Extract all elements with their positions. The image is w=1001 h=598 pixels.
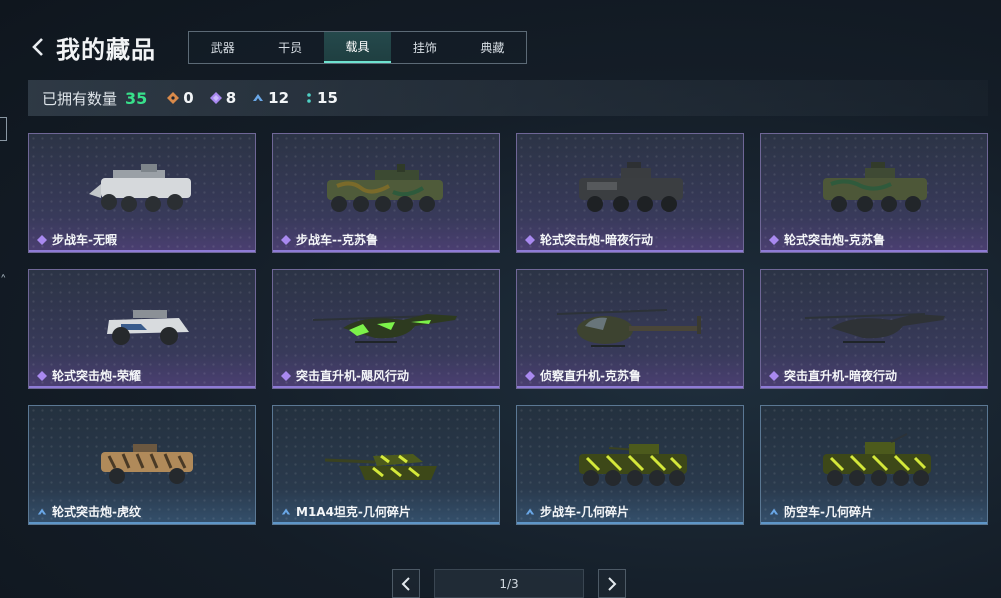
tab-charms[interactable]: 挂饰 [391,32,458,63]
assault-gun-dark-vehicle-icon [579,162,683,212]
prev-page-button[interactable] [392,569,420,598]
blue-chevron-icon [37,508,47,514]
vehicle-name: 轮式突击炮-暗夜行动 [540,233,653,247]
ifv-camo-vehicle-icon [327,164,443,212]
vehicle-name: 步战车-几何碎片 [540,505,629,519]
stat-orange: 0 [167,89,194,107]
collection-card[interactable]: 步战车--克苏鲁 [272,133,500,253]
tab-collectibles[interactable]: 典藏 [459,32,526,63]
vehicle-name: 突击直升机-暗夜行动 [784,369,897,383]
tab-operators[interactable]: 干员 [256,32,323,63]
vehicle-name: M1A4坦克-几何碎片 [296,505,411,519]
stat-blue-count: 12 [268,89,290,107]
side-panel-handle[interactable] [0,117,7,141]
collection-card[interactable]: 轮式突击炮-虎纹 [28,405,256,525]
ifv-white-vehicle-icon [89,164,191,212]
stat-purple: 8 [209,89,237,107]
blue-chevron-icon [769,508,779,514]
tab-weapons[interactable]: 武器 [189,32,256,63]
stat-blue: 12 [252,89,289,107]
category-tabs: 武器 干员 载具 挂饰 典藏 [188,31,527,64]
purple-diamond-icon [281,370,291,381]
vehicle-name: 轮式突击炮-克苏鲁 [784,233,885,247]
vehicle-name: 防空车-几何碎片 [784,505,873,519]
collapse-caret-icon[interactable]: ˄ [0,274,7,289]
tank-geo-vehicle-icon [324,454,437,480]
collection-grid: 步战车-无暇 步战车--克苏鲁 轮式突击炮-暗夜行动 轮式突击炮-克苏鲁 轮式突… [28,133,988,525]
blue-chevron-icon [525,508,535,514]
scout-heli-camo-vehicle-icon [556,309,701,347]
assault-gun-tiger-vehicle-icon [101,444,193,484]
card-name: 突击直升机-暗夜行动 [769,367,897,384]
stat-teal-count: 15 [317,89,338,107]
vehicle-name: 突击直升机-飓风行动 [296,369,409,383]
page-indicator: 1/3 [434,569,584,598]
card-name: 防空车-几何碎片 [769,503,873,520]
stat-teal: 15 [305,89,338,107]
owned-label: 已拥有数量 [42,89,118,108]
purple-diamond-icon [525,234,535,245]
teal-dots-icon [307,93,311,103]
owned-total: 35 [125,88,148,108]
purple-diamond-icon [769,234,779,245]
collection-card[interactable]: 侦察直升机-克苏鲁 [516,269,744,389]
owned-stats-bar: 已拥有数量 35 0 8 12 15 [28,80,988,116]
purple-diamond-icon [37,234,47,245]
card-name: 轮式突击炮-克苏鲁 [769,231,885,248]
purple-diamond-icon [769,370,779,381]
aa-geo-vehicle-icon [823,433,931,486]
attack-heli-dark-vehicle-icon [804,313,945,343]
tab-vehicles[interactable]: 载具 [323,32,392,63]
purple-diamond-icon [525,370,535,381]
vehicle-name: 侦察直升机-克苏鲁 [540,369,641,383]
card-name: 轮式突击炮-荣耀 [37,367,141,384]
collection-card[interactable]: 突击直升机-暗夜行动 [760,269,988,389]
card-name: 轮式突击炮-虎纹 [37,503,141,520]
collection-card[interactable]: M1A4坦克-几何碎片 [272,405,500,525]
purple-diamond-icon [209,92,222,104]
vehicle-name: 步战车--克苏鲁 [296,233,378,247]
ifv-geo-vehicle-icon [579,444,687,486]
collection-card[interactable]: 步战车-无暇 [28,133,256,253]
collection-card[interactable]: 轮式突击炮-克苏鲁 [760,133,988,253]
attack-heli-green-vehicle-icon [312,314,457,343]
collection-card[interactable]: 防空车-几何碎片 [760,405,988,525]
collection-card[interactable]: 轮式突击炮-暗夜行动 [516,133,744,253]
card-name: 步战车--克苏鲁 [281,231,378,248]
stat-orange-count: 0 [183,89,194,107]
card-name: 侦察直升机-克苏鲁 [525,367,641,384]
collection-card[interactable]: 轮式突击炮-荣耀 [28,269,256,389]
orange-diamond-icon [167,92,180,104]
blue-chevron-icon [253,94,264,101]
chevron-right-icon [608,576,617,591]
purple-diamond-icon [281,234,291,245]
page-header: 我的藏品 [30,30,156,64]
page-title: 我的藏品 [56,35,156,64]
card-name: 突击直升机-飓风行动 [281,367,409,384]
pagination: 1/3 [392,569,626,598]
assault-gun-camo-vehicle-icon [823,162,927,212]
chevron-left-icon [401,576,410,591]
card-name: 步战车-几何碎片 [525,503,629,520]
vehicle-name: 轮式突击炮-荣耀 [52,369,141,383]
next-page-button[interactable] [598,569,626,598]
purple-diamond-icon [37,370,47,381]
chevron-left-icon[interactable] [30,32,54,62]
buggy-white-vehicle-icon [107,310,189,345]
collection-card[interactable]: 突击直升机-飓风行动 [272,269,500,389]
stat-purple-count: 8 [225,89,237,107]
blue-chevron-icon [281,508,291,514]
card-name: 轮式突击炮-暗夜行动 [525,231,653,248]
vehicle-name: 轮式突击炮-虎纹 [52,505,141,519]
card-name: M1A4坦克-几何碎片 [281,503,411,520]
collection-card[interactable]: 步战车-几何碎片 [516,405,744,525]
card-name: 步战车-无暇 [37,231,117,248]
vehicle-name: 步战车-无暇 [52,233,117,247]
